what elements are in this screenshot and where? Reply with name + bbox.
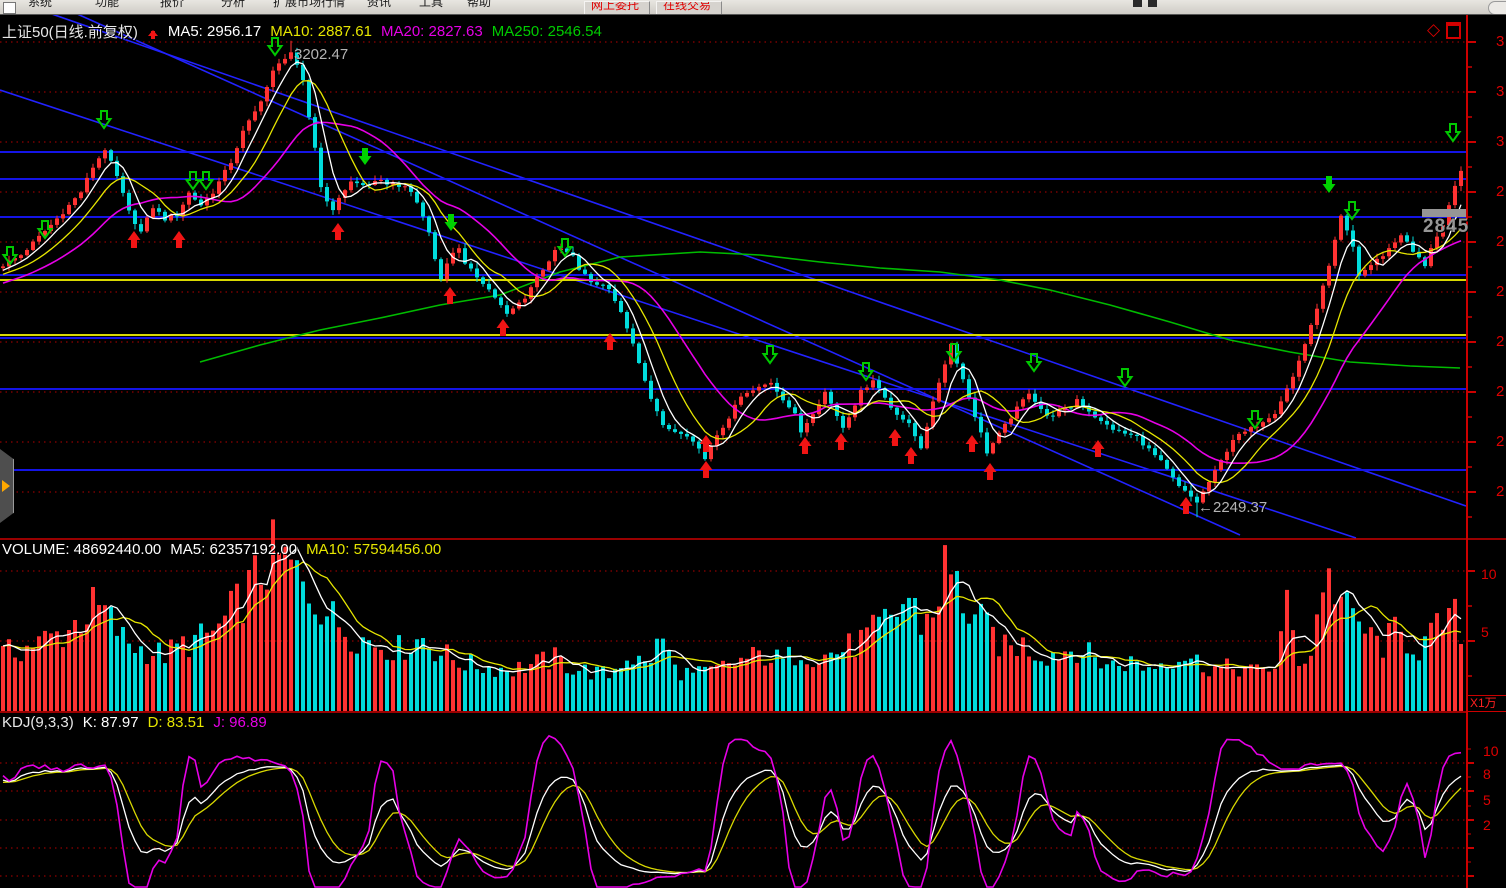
- volume-header: VOLUME: 48692440.00 MA5: 62357192.00 MA10:…: [2, 541, 441, 558]
- price-axis-label-2: 3: [1496, 84, 1504, 99]
- menu-item-3[interactable]: 报价: [160, 0, 184, 10]
- toolbar-icon-1[interactable]: [1133, 0, 1142, 7]
- instrument-title: 上证50(日线.前复权): [2, 21, 138, 42]
- menu-item-1[interactable]: 系统: [28, 0, 52, 10]
- volume-indicator-3: MA10: 57594456.00: [306, 541, 441, 558]
- quick-button-1[interactable]: 网上委托: [584, 1, 650, 15]
- expand-sidebar-tab[interactable]: [0, 449, 14, 523]
- low-price-label: ←2249.37: [1198, 499, 1267, 516]
- price-axis-label-7: 2: [1496, 334, 1504, 349]
- kdj-header: KDJ(9,3,3) K: 87.97 D: 83.51 J: 96.89: [2, 714, 267, 731]
- kdj-indicator-4: J: 96.89: [213, 714, 266, 731]
- expand-arrow-icon: [2, 480, 10, 492]
- price-axis-label-5: 2: [1496, 234, 1504, 249]
- ma-indicator-4: MA250: 2546.54: [492, 23, 602, 40]
- kdj-axis-label-2: 8: [1483, 767, 1491, 782]
- price-axis-label-8: 2: [1496, 384, 1504, 399]
- pane-corner-tools: ◇: [1427, 20, 1461, 40]
- menu-item-5[interactable]: 扩展市场行情: [273, 0, 345, 10]
- volume-unit-label: X1万: [1467, 695, 1506, 712]
- kdj-axis-label-3: 5: [1483, 793, 1491, 808]
- toolbar-scroll-button[interactable]: [1488, 1, 1506, 15]
- kdj-indicator-3: D: 83.51: [148, 714, 205, 731]
- ma-indicator-3: MA20: 2827.63: [381, 23, 483, 40]
- price-axis-label-6: 2: [1496, 284, 1504, 299]
- quick-button-2[interactable]: 在线交易: [656, 1, 722, 15]
- peak-price-label: 3202.47: [294, 46, 348, 63]
- kline-header: 上证50(日线.前复权) MA5: 2956.17 MA10: 2887.61 MA…: [2, 21, 602, 42]
- kline-chart[interactable]: [0, 0, 1506, 888]
- kdj-axis-label-4: 2: [1483, 818, 1491, 833]
- price-axis-label-3: 3: [1496, 134, 1504, 149]
- menu-item-4[interactable]: 分析: [221, 0, 245, 10]
- menu-item-2[interactable]: 功能: [95, 0, 119, 10]
- ma-indicator-2: MA10: 2887.61: [270, 23, 372, 40]
- price-axis-label-10: 2: [1496, 484, 1504, 499]
- window-icon[interactable]: [1446, 22, 1461, 39]
- toolbar-icon-2[interactable]: [1148, 0, 1157, 7]
- last-price-label: 2845: [1423, 216, 1469, 238]
- trend-up-icon: [147, 25, 159, 39]
- menu-item-7[interactable]: 工具: [419, 0, 443, 10]
- diamond-icon[interactable]: ◇: [1427, 20, 1440, 40]
- menu-item-6[interactable]: 资讯: [367, 0, 391, 10]
- menu-bar: 系统 功能 报价 分析 扩展市场行情 资讯 工具 帮助 网上委托在线交易: [0, 0, 1506, 15]
- kdj-axis-label-1: 10: [1483, 744, 1499, 759]
- menu-item-8[interactable]: 帮助: [467, 0, 491, 10]
- volume-axis-label-2: 5: [1481, 625, 1489, 640]
- kdj-indicator-1: KDJ(9,3,3): [2, 714, 74, 731]
- volume-indicator-1: VOLUME: 48692440.00: [2, 541, 161, 558]
- stock-app-window: 系统 功能 报价 分析 扩展市场行情 资讯 工具 帮助 网上委托在线交易 上证50(日线.前复权…: [0, 0, 1506, 888]
- ma-indicator-1: MA5: 2956.17: [168, 23, 261, 40]
- price-axis-label-9: 2: [1496, 434, 1504, 449]
- volume-axis-label-1: 10: [1481, 567, 1497, 582]
- volume-indicator-2: MA5: 62357192.00: [170, 541, 297, 558]
- app-icon[interactable]: [3, 2, 16, 14]
- kdj-indicator-2: K: 87.97: [83, 714, 139, 731]
- price-axis-label-4: 2: [1496, 184, 1504, 199]
- price-axis-label-1: 3: [1496, 34, 1504, 49]
